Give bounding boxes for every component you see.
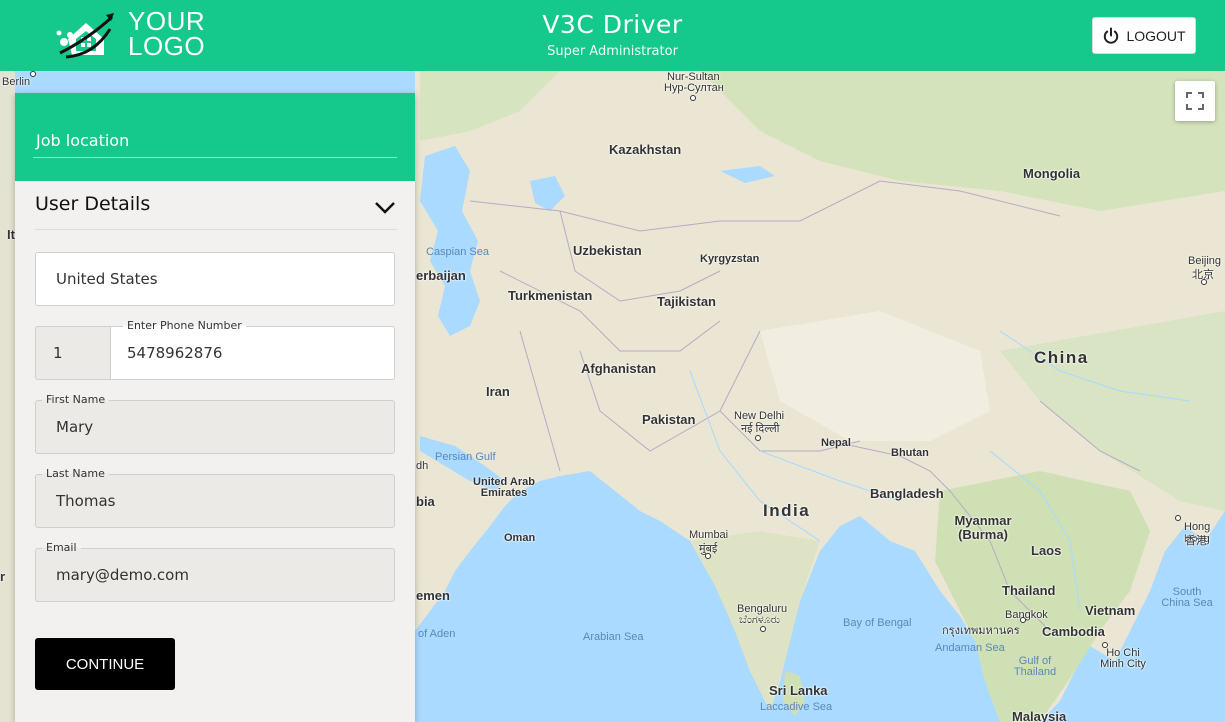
map-label-edge-r: r bbox=[0, 569, 6, 584]
first-name-label: First Name bbox=[42, 393, 110, 406]
map-label-persian-gulf: Persian Gulf bbox=[435, 451, 496, 463]
map-label-uae: United Arab Emirates bbox=[473, 476, 535, 499]
phone-number-value: 5478962876 bbox=[127, 344, 223, 362]
city-dot bbox=[690, 95, 696, 101]
map-label-laccadive-sea: Laccadive Sea bbox=[760, 701, 833, 713]
map-label-india: India bbox=[763, 501, 811, 520]
logout-label: LOGOUT bbox=[1126, 27, 1186, 44]
email-label: Email bbox=[42, 541, 81, 554]
power-icon bbox=[1104, 27, 1119, 44]
map-label-iran: Iran bbox=[486, 384, 510, 399]
map-label-south-china-sea: South China Sea bbox=[1161, 586, 1213, 609]
last-name-field[interactable]: Last Name Thomas bbox=[35, 467, 395, 528]
city-dot bbox=[1175, 515, 1181, 521]
map-label-gulf-of-thailand: Gulf of Thailand bbox=[1013, 655, 1057, 678]
job-location-underline bbox=[33, 157, 397, 158]
city-dot bbox=[1020, 617, 1026, 623]
map-label-kyrgyzstan: Kyrgyzstan bbox=[700, 253, 760, 265]
map-label-bay-of-bengal: Bay of Bengal bbox=[843, 617, 912, 629]
app-title: V3C Driver bbox=[542, 10, 683, 39]
map-label-new-delhi-local: नई दिल्ली bbox=[741, 423, 780, 435]
map-label-sri-lanka: Sri Lanka bbox=[769, 683, 828, 698]
map-label-hong-kong-local: 香港 bbox=[1185, 535, 1207, 547]
last-name-value: Thomas bbox=[56, 492, 116, 510]
fullscreen-button[interactable] bbox=[1175, 81, 1215, 121]
map-label-mongolia: Mongolia bbox=[1023, 166, 1081, 181]
city-dot bbox=[1102, 642, 1108, 648]
country-select[interactable]: United States bbox=[35, 252, 395, 306]
map-label-caspian-sea: Caspian Sea bbox=[426, 246, 489, 258]
map-label-oman: Oman bbox=[504, 532, 536, 544]
map-label-bangladesh: Bangladesh bbox=[870, 486, 944, 501]
map-label-andaman-sea: Andaman Sea bbox=[935, 642, 1005, 654]
fullscreen-icon bbox=[1186, 92, 1204, 110]
map-label-arabian-sea: Arabian Sea bbox=[583, 631, 644, 643]
job-panel: Job location User Details United States … bbox=[15, 93, 415, 722]
first-name-field[interactable]: First Name Mary bbox=[35, 393, 395, 454]
map-label-mumbai: Mumbai bbox=[689, 529, 729, 541]
map-label-gulf-of-aden: of Aden bbox=[418, 628, 456, 640]
map-label-edge-bia: bia bbox=[416, 494, 435, 509]
map-label-nur-sultan-local: Нур-Султан bbox=[664, 82, 724, 94]
map-label-pakistan: Pakistan bbox=[642, 412, 696, 427]
user-details-header[interactable]: User Details bbox=[35, 193, 397, 230]
map-label-edge-dh: dh bbox=[416, 460, 429, 472]
email-value: mary@demo.com bbox=[56, 566, 189, 584]
phone-number-field[interactable]: Enter Phone Number 5478962876 bbox=[110, 319, 395, 380]
last-name-label: Last Name bbox=[42, 467, 109, 480]
first-name-value: Mary bbox=[56, 418, 94, 436]
map-label-edge-emen: emen bbox=[416, 588, 450, 603]
map-label-bangkok-local: กรุงเทพมหานคร bbox=[942, 625, 1020, 637]
map-label-cambodia: Cambodia bbox=[1042, 624, 1105, 639]
map-label-bengaluru-local: ಬೆಂಗಳೂರು bbox=[739, 614, 781, 626]
city-dot bbox=[760, 626, 766, 632]
map-label-ho-chi-minh: Ho Chi Minh City bbox=[1100, 647, 1146, 670]
phone-code-field: 1 bbox=[35, 326, 110, 380]
job-location-tab[interactable]: Job location bbox=[36, 131, 129, 150]
job-location-header: Job location bbox=[15, 93, 415, 181]
city-dot bbox=[1201, 279, 1207, 285]
phone-number-label: Enter Phone Number bbox=[123, 319, 246, 332]
map-label-tajikistan: Tajikistan bbox=[657, 294, 717, 309]
chevron-down-icon[interactable] bbox=[373, 195, 397, 219]
logout-button[interactable]: LOGOUT bbox=[1092, 17, 1196, 54]
city-dot bbox=[30, 71, 36, 77]
map-label-berlin: Berlin bbox=[2, 76, 31, 88]
map-label-vietnam: Vietnam bbox=[1085, 603, 1136, 618]
map-label-malaysia: Malaysia bbox=[1012, 709, 1067, 722]
map-label-turkmenistan: Turkmenistan bbox=[508, 288, 593, 303]
map-label-afghanistan: Afghanistan bbox=[581, 361, 657, 376]
app-header: YOUR LOGO V3C Driver Super Administrator… bbox=[0, 0, 1225, 71]
country-value: United States bbox=[56, 270, 158, 288]
map-label-myanmar: Myanmar (Burma) bbox=[954, 513, 1012, 542]
map-label-nepal: Nepal bbox=[821, 437, 851, 449]
map-label-kazakhstan: Kazakhstan bbox=[609, 142, 682, 157]
user-details-title: User Details bbox=[35, 193, 151, 215]
continue-button[interactable]: CONTINUE bbox=[35, 638, 175, 690]
map-label-edge-it: It bbox=[7, 227, 15, 242]
map-label-laos: Laos bbox=[1031, 543, 1062, 558]
map-label-bhutan: Bhutan bbox=[891, 447, 929, 459]
user-role: Super Administrator bbox=[547, 44, 678, 59]
phone-code-value: 1 bbox=[53, 344, 63, 362]
map-label-thailand: Thailand bbox=[1002, 583, 1056, 598]
city-dot bbox=[705, 553, 711, 559]
city-dot bbox=[755, 435, 761, 441]
email-field[interactable]: Email mary@demo.com bbox=[35, 541, 395, 602]
map-label-bangkok: Bangkok bbox=[1005, 609, 1048, 621]
map-label-azerbaijan: erbaijan bbox=[416, 268, 466, 283]
map-label-china: China bbox=[1034, 348, 1089, 367]
map-label-uzbekistan: Uzbekistan bbox=[573, 243, 642, 258]
